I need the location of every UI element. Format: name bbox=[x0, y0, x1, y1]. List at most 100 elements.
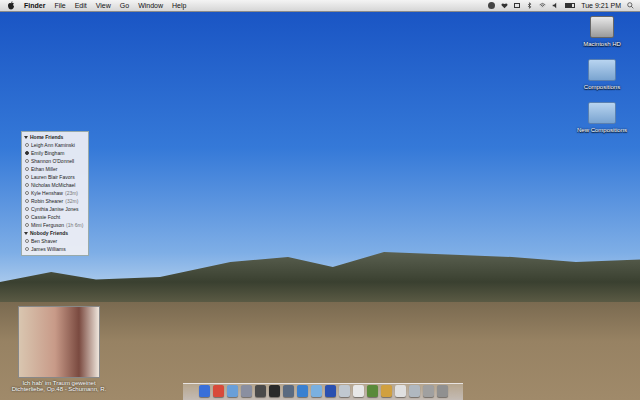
buddy-list-widget: Home Friends Leigh Ann KaminskiEmily Bing… bbox=[21, 131, 89, 256]
desktop-icon[interactable]: Compositions bbox=[584, 59, 620, 90]
dock-app-icon[interactable] bbox=[437, 385, 448, 397]
group-name: Home Friends bbox=[30, 134, 63, 140]
buddy-row[interactable]: Robin Shearer(32m) bbox=[22, 197, 88, 205]
status-dot-icon bbox=[25, 191, 29, 195]
dock-app-icon[interactable] bbox=[325, 385, 336, 397]
buddy-name: Cassie Focht bbox=[31, 214, 60, 220]
buddy-name: Leigh Ann Kaminski bbox=[31, 142, 75, 148]
wifi-icon[interactable] bbox=[539, 2, 546, 9]
buddy-row[interactable]: Mimi Ferguson(1h 6m) bbox=[22, 221, 88, 229]
status-dot-icon bbox=[25, 207, 29, 211]
buddy-name: Lauren Blair Favors bbox=[31, 174, 75, 180]
buddy-row[interactable]: Ethan Miller bbox=[22, 165, 88, 173]
treeline bbox=[0, 252, 640, 302]
now-playing-widget: Ich hab' im Traum geweinetDichterliebe, … bbox=[14, 306, 104, 392]
heart-icon[interactable] bbox=[501, 2, 508, 9]
menu-bar: Finder File Edit View Go Window Help Tue 9:21 P… bbox=[0, 0, 640, 12]
apple-shape bbox=[8, 1, 14, 9]
status-dot-icon bbox=[25, 215, 29, 219]
idle-time: (23m) bbox=[65, 190, 78, 196]
dock bbox=[183, 383, 463, 400]
dock-app-icon[interactable] bbox=[353, 385, 364, 397]
wifi-shape bbox=[540, 3, 546, 7]
apple-icon[interactable] bbox=[7, 1, 15, 10]
menu-item[interactable]: File bbox=[54, 2, 65, 9]
dock-app-icon[interactable] bbox=[269, 385, 280, 397]
idle-time: (32m) bbox=[65, 198, 78, 204]
dock-app-icon[interactable] bbox=[241, 385, 252, 397]
buddy-row[interactable]: Leigh Ann Kaminski bbox=[22, 141, 88, 149]
album-art[interactable] bbox=[18, 306, 100, 378]
desktop-icon-label: New Compositions bbox=[577, 127, 627, 133]
buddy-row[interactable]: Lauren Blair Favors bbox=[22, 173, 88, 181]
buddy-name: James Williams bbox=[31, 246, 66, 252]
status-dot-icon bbox=[25, 183, 29, 187]
buddy-group[interactable]: Nobody Friends bbox=[22, 229, 88, 237]
drive-icon bbox=[590, 16, 614, 38]
buddy-name: Shannon O'Donnell bbox=[31, 158, 74, 164]
status-dot-icon bbox=[25, 151, 29, 155]
menu-item[interactable]: Edit bbox=[75, 2, 87, 9]
buddy-row[interactable]: James Williams bbox=[22, 245, 88, 253]
sync-icon[interactable] bbox=[488, 2, 495, 9]
folder-icon bbox=[588, 102, 616, 124]
buddy-name: Cynthia Janise Jones bbox=[31, 206, 79, 212]
buddy-row[interactable]: Shannon O'Donnell bbox=[22, 157, 88, 165]
dock-app-icon[interactable] bbox=[227, 385, 238, 397]
clock[interactable]: Tue 9:21 PM bbox=[581, 2, 621, 9]
buddy-row[interactable]: Kyle Henshaw(23m) bbox=[22, 189, 88, 197]
dock-app-icon[interactable] bbox=[213, 385, 224, 397]
dock-app-icon[interactable] bbox=[409, 385, 420, 397]
track-subtitle: Dichterliebe, Op.48 - Schumann, R. bbox=[12, 386, 107, 392]
desktop-icons: Macintosh HD Compositions New Compositions bbox=[570, 16, 634, 133]
buddy-row[interactable]: Emily Bingham bbox=[22, 149, 88, 157]
desktop-icon[interactable]: Macintosh HD bbox=[583, 16, 621, 47]
idle-time: (1h 6m) bbox=[66, 222, 83, 228]
dock-app-icon[interactable] bbox=[423, 385, 434, 397]
status-dot-icon bbox=[25, 175, 29, 179]
dock-app-icon[interactable] bbox=[199, 385, 210, 397]
menu-item[interactable]: Go bbox=[120, 2, 129, 9]
desktop-icon[interactable]: New Compositions bbox=[577, 102, 627, 133]
dock-app-icon[interactable] bbox=[255, 385, 266, 397]
disclosure-icon[interactable] bbox=[24, 232, 28, 235]
buddy-row[interactable]: Cassie Focht bbox=[22, 213, 88, 221]
status-icons: Tue 9:21 PM bbox=[488, 2, 634, 9]
display-icon[interactable] bbox=[514, 3, 520, 8]
menu-item[interactable]: Window bbox=[138, 2, 163, 9]
volume-icon[interactable] bbox=[552, 2, 559, 9]
buddy-group[interactable]: Home Friends bbox=[22, 133, 88, 141]
status-dot-icon bbox=[25, 223, 29, 227]
buddy-row[interactable]: Ben Shaver bbox=[22, 237, 88, 245]
dock-app-icon[interactable] bbox=[367, 385, 378, 397]
menu-item[interactable]: Help bbox=[172, 2, 186, 9]
dock-app-icon[interactable] bbox=[395, 385, 406, 397]
dock-app-icon[interactable] bbox=[311, 385, 322, 397]
disclosure-icon[interactable] bbox=[24, 136, 28, 139]
folder-icon bbox=[588, 59, 616, 81]
status-dot-icon bbox=[25, 239, 29, 243]
spotlight-handle bbox=[631, 6, 633, 8]
spotlight-icon[interactable] bbox=[627, 2, 634, 9]
dock-app-icon[interactable] bbox=[381, 385, 392, 397]
battery-icon[interactable] bbox=[565, 3, 575, 8]
bluetooth-icon[interactable] bbox=[526, 2, 533, 9]
bluetooth-shape bbox=[528, 3, 531, 9]
dock-app-icon[interactable] bbox=[283, 385, 294, 397]
dock-app-icon[interactable] bbox=[297, 385, 308, 397]
menu-item[interactable]: View bbox=[96, 2, 111, 9]
track-title: Ich hab' im Traum geweinet bbox=[22, 380, 95, 386]
group-name: Nobody Friends bbox=[30, 230, 68, 236]
buddy-row[interactable]: Cynthia Janise Jones bbox=[22, 205, 88, 213]
desktop: Macintosh HD Compositions New Compositions… bbox=[0, 12, 640, 400]
desktop-icon-label: Compositions bbox=[584, 84, 620, 90]
buddy-name: Robin Shearer bbox=[31, 198, 63, 204]
buddy-name: Ben Shaver bbox=[31, 238, 57, 244]
status-dot-icon bbox=[25, 143, 29, 147]
dock-app-icon[interactable] bbox=[339, 385, 350, 397]
app-menu[interactable]: Finder bbox=[24, 2, 45, 9]
screen: Finder File Edit View Go Window Help Tue 9:21 P… bbox=[0, 0, 640, 400]
buddy-name: Nicholas McMichael bbox=[31, 182, 75, 188]
buddy-name: Ethan Miller bbox=[31, 166, 57, 172]
buddy-row[interactable]: Nicholas McMichael bbox=[22, 181, 88, 189]
